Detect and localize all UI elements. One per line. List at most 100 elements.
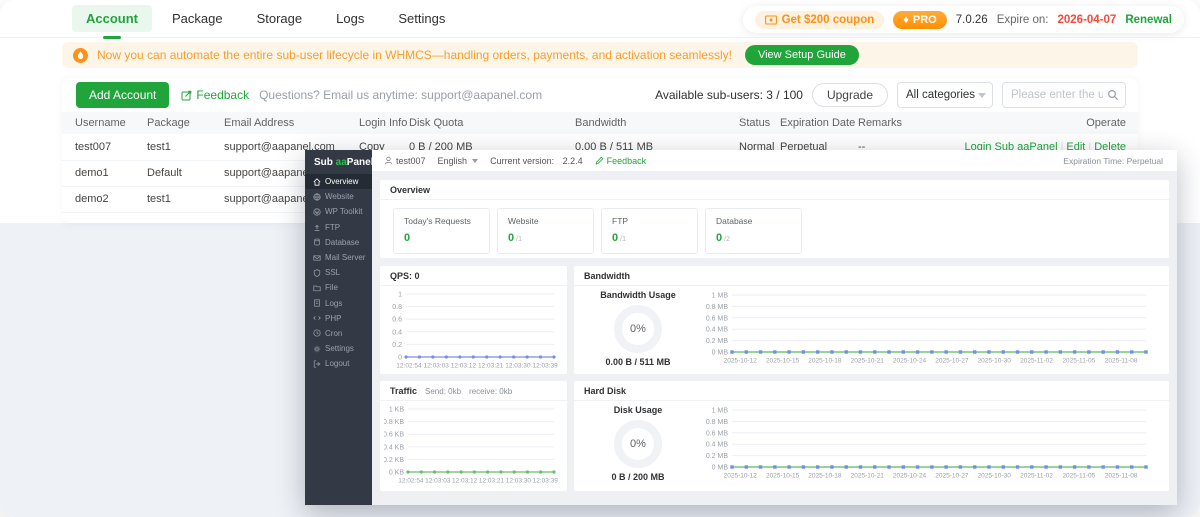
shield-icon [313,269,321,277]
svg-text:0: 0 [398,355,402,362]
svg-text:2025-10-27: 2025-10-27 [935,472,969,479]
svg-text:0.2 MB: 0.2 MB [706,338,729,345]
toolbar-right: Available sub-users: 3 / 100 Upgrade All… [655,82,1126,108]
sidebar-item-settings[interactable]: Settings [305,341,372,356]
svg-text:0.6 MB: 0.6 MB [706,430,729,437]
bandwidth-gauge: Bandwidth Usage 0% 0.00 B / 511 MB [574,286,702,367]
svg-text:0.6 KB: 0.6 KB [384,432,404,439]
sidebar-item-mail-server[interactable]: Mail Server [305,250,372,265]
sidebar-item-cron[interactable]: Cron [305,326,372,341]
coupon-button[interactable]: Get $200 coupon [755,11,885,29]
svg-text:2025-10-18: 2025-10-18 [808,357,842,364]
tab-package[interactable]: Package [158,5,237,32]
svg-text:12:03:12: 12:03:12 [452,478,478,485]
sidebar-item-logs[interactable]: Logs [305,296,372,311]
stat-website[interactable]: Website0/1 [497,208,594,254]
stat-database[interactable]: Database0/2 [705,208,802,254]
overview-title: Overview [380,180,1169,200]
upgrade-button[interactable]: Upgrade [812,83,888,107]
svg-text:2025-10-21: 2025-10-21 [851,472,885,479]
clock-icon [313,329,321,337]
svg-text:12:02:54: 12:02:54 [396,363,422,370]
overview-card: Overview Today's Requests0 Website0/1 FT… [380,180,1169,258]
bandwidth-chart: 1 MB0.8 MB0.6 MB0.4 MB0.2 MB0 MB2025-10-… [702,289,1154,365]
svg-text:2025-10-12: 2025-10-12 [724,472,758,479]
sidebar-item-database[interactable]: Database [305,235,372,250]
sidebar-item-ftp[interactable]: FTP [305,220,372,235]
chevron-down-icon [978,93,986,98]
svg-text:2025-10-18: 2025-10-18 [808,472,842,479]
svg-text:0.2 KB: 0.2 KB [384,457,404,464]
col-bandwidth: Bandwidth [575,112,739,134]
home-icon [313,178,321,186]
cell-username[interactable]: demo2 [62,186,147,212]
view-setup-guide-button[interactable]: View Setup Guide [745,45,859,65]
table-header-row: Username Package Email Address Login Inf… [62,112,1138,134]
add-account-button[interactable]: Add Account [76,82,169,108]
svg-text:12:03:03: 12:03:03 [425,478,451,485]
search-icon[interactable] [1107,89,1119,101]
username-search [1002,82,1126,108]
top-nav: Account Package Storage Logs Settings Ge… [0,0,1200,38]
app-window: Account Package Storage Logs Settings Ge… [0,0,1200,517]
user-menu[interactable]: test007 [384,156,426,166]
subpanel-header: test007 English Current version: 2.2.4 F… [372,150,1177,172]
svg-text:2025-11-08: 2025-11-08 [1105,472,1138,479]
tab-settings[interactable]: Settings [384,5,459,32]
svg-text:0.2 MB: 0.2 MB [706,453,729,460]
qps-card: QPS: 0 10.80.60.40.2012:02:5412:03:0312:… [380,266,567,374]
svg-text:0.8 KB: 0.8 KB [384,419,404,426]
sidebar-item-website[interactable]: Website [305,189,372,204]
svg-text:2025-10-27: 2025-10-27 [935,357,969,364]
pencil-icon [595,156,604,165]
pro-badge[interactable]: ♦ PRO [893,11,946,29]
cell-package: test1 [147,186,224,212]
search-input[interactable] [1003,83,1103,107]
renewal-link[interactable]: Renewal [1125,14,1172,26]
qps-chart: 10.80.60.40.2012:02:5412:03:0312:03:1212… [384,288,562,370]
wordpress-icon [313,208,321,216]
subpanel-brand: Sub aaPanel [305,150,372,174]
ftp-upload-icon [313,223,321,231]
svg-text:2025-11-05: 2025-11-05 [1062,472,1095,479]
svg-text:12:03:30: 12:03:30 [506,478,532,485]
gear-icon [313,345,321,353]
language-select[interactable]: English [438,156,479,166]
svg-text:12:03:03: 12:03:03 [424,363,450,370]
banner-text: Now you can automate the entire sub-user… [97,48,732,62]
category-select[interactable]: All categories [897,82,993,108]
svg-text:1 MB: 1 MB [712,292,729,299]
tab-account[interactable]: Account [72,5,152,32]
col-disk-quota: Disk Quota [409,112,575,134]
tab-storage[interactable]: Storage [243,5,317,32]
svg-text:0.4 MB: 0.4 MB [706,441,729,448]
tab-logs[interactable]: Logs [322,5,378,32]
sidebar-item-php[interactable]: PHP [305,311,372,326]
sidebar-item-overview[interactable]: Overview [305,174,372,189]
hard-disk-card: Hard Disk Disk Usage 0% 0 B / 200 MB 1 M… [574,381,1169,491]
svg-text:12:03:12: 12:03:12 [451,363,477,370]
svg-text:0.4 KB: 0.4 KB [384,444,404,451]
subpanel-feedback-link[interactable]: Feedback [595,156,647,166]
sidebar-item-logout[interactable]: Logout [305,356,372,371]
feedback-link[interactable]: Feedback [181,88,249,102]
diamond-icon: ♦ [903,14,909,26]
sidebar-item-file[interactable]: File [305,280,372,295]
stat-ftp[interactable]: FTP0/1 [601,208,698,254]
svg-text:0.2: 0.2 [392,342,402,349]
svg-text:0.4: 0.4 [392,329,402,336]
overview-stats: Today's Requests0 Website0/1 FTP0/1 Data… [380,200,1169,254]
svg-text:2025-10-24: 2025-10-24 [893,472,927,479]
edit-square-icon [181,90,192,101]
sidebar-item-wp-toolkit[interactable]: WP Toolkit [305,204,372,219]
current-version: Current version: 2.2.4 [490,156,583,166]
cell-username[interactable]: test007 [62,134,147,160]
cell-username[interactable]: demo1 [62,160,147,186]
svg-text:2025-11-02: 2025-11-02 [1020,357,1053,364]
stat-todays-requests[interactable]: Today's Requests0 [393,208,490,254]
cell-package: test1 [147,134,224,160]
svg-text:2025-10-21: 2025-10-21 [851,357,885,364]
sub-aapanel-window: Sub aaPanel Overview Website WP Toolkit … [305,150,1177,505]
svg-text:0.4 MB: 0.4 MB [706,326,729,333]
sidebar-item-ssl[interactable]: SSL [305,265,372,280]
